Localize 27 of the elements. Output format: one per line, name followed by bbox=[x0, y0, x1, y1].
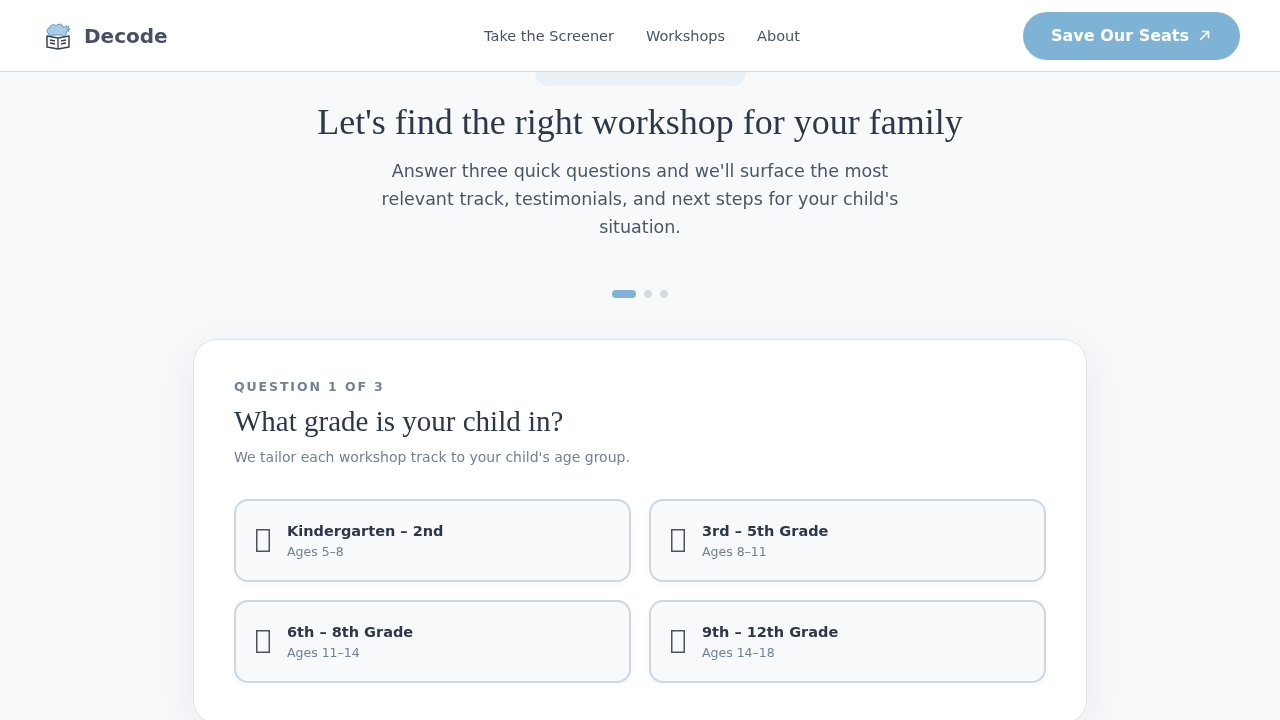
option-ages: Ages 8–11 bbox=[702, 543, 768, 560]
nav-link[interactable]: Take the Screener bbox=[484, 27, 614, 44]
option-ages: Ages 14–18 bbox=[702, 644, 776, 661]
nav-link[interactable]: About bbox=[757, 27, 800, 44]
hero-title: Let's find the right workshop for your family bbox=[317, 101, 963, 144]
grade-option[interactable]: 3rd – 5th Grade Ages 8–11 bbox=[649, 499, 1046, 582]
option-title: 9th – 12th Grade bbox=[702, 622, 839, 641]
option-title: 6th – 8th Grade bbox=[287, 622, 414, 641]
grade-option[interactable]: 9th – 12th Grade Ages 14–18 bbox=[649, 600, 1046, 683]
brain-book-icon bbox=[44, 21, 72, 50]
option-ages: Ages 5–8 bbox=[287, 543, 345, 560]
nav-link[interactable]: Workshops bbox=[645, 27, 726, 44]
hero-subtitle: Answer three quick questions and we'll surface the most relevant track, testimonials, and next steps for your child's situation. bbox=[380, 160, 900, 239]
empty-box-icon bbox=[256, 630, 270, 653]
empty-box-icon bbox=[671, 529, 685, 552]
empty-box-icon bbox=[671, 630, 685, 653]
question-hint: We tailor each workshop track to your child's age group. bbox=[234, 448, 631, 467]
arrow-up-right-icon bbox=[1199, 30, 1210, 41]
empty-box-icon bbox=[256, 529, 270, 552]
question-counter: QUESTION 1 OF 3 bbox=[234, 379, 386, 395]
option-title: 3rd – 5th Grade bbox=[702, 521, 829, 540]
option-title: Kindergarten – 2nd bbox=[287, 521, 444, 540]
grade-option[interactable]: Kindergarten – 2nd Ages 5–8 bbox=[234, 499, 631, 582]
grade-option[interactable]: 6th – 8th Grade Ages 11–14 bbox=[234, 600, 631, 683]
question-title: What grade is your child in? bbox=[234, 404, 565, 439]
option-ages: Ages 11–14 bbox=[287, 644, 361, 661]
brand-name[interactable]: Decode bbox=[84, 23, 168, 48]
